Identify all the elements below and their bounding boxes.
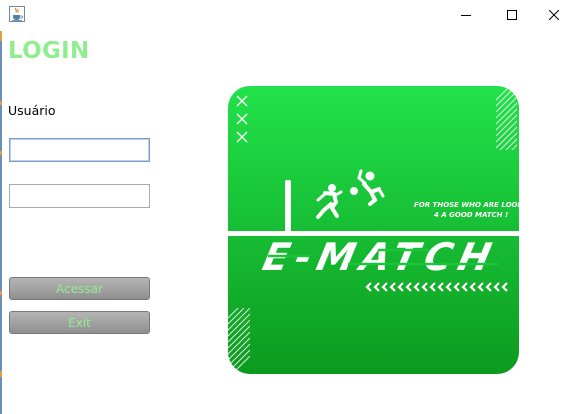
exit-button[interactable]: Exit: [9, 311, 150, 334]
brand-wordmark: E-MATCH: [259, 235, 501, 280]
username-input[interactable]: [9, 138, 150, 162]
maximize-button[interactable]: [489, 0, 535, 30]
minimize-button[interactable]: [443, 0, 489, 30]
password-input[interactable]: [9, 184, 150, 208]
window-edge: [0, 31, 2, 414]
java-cup-icon[interactable]: [9, 6, 25, 22]
title-bar[interactable]: [0, 0, 577, 31]
e-match-logo: FOR THOSE WHO ARE LOOKING 4 A GOOD MATCH…: [228, 86, 519, 374]
tagline-line1: FOR THOSE WHO ARE LOOKING: [414, 201, 519, 209]
username-label: Usuário: [8, 103, 56, 118]
login-window: LOGIN Usuário Acessar Exit FOR THOSE WHO…: [0, 0, 577, 414]
maximize-icon: [507, 10, 517, 20]
acessar-button[interactable]: Acessar: [9, 277, 150, 300]
close-icon: [549, 10, 559, 20]
tagline-line2: 4 A GOOD MATCH !: [434, 211, 508, 219]
minimize-icon: [461, 15, 471, 16]
page-title: LOGIN: [8, 38, 90, 64]
close-button[interactable]: [531, 0, 577, 30]
